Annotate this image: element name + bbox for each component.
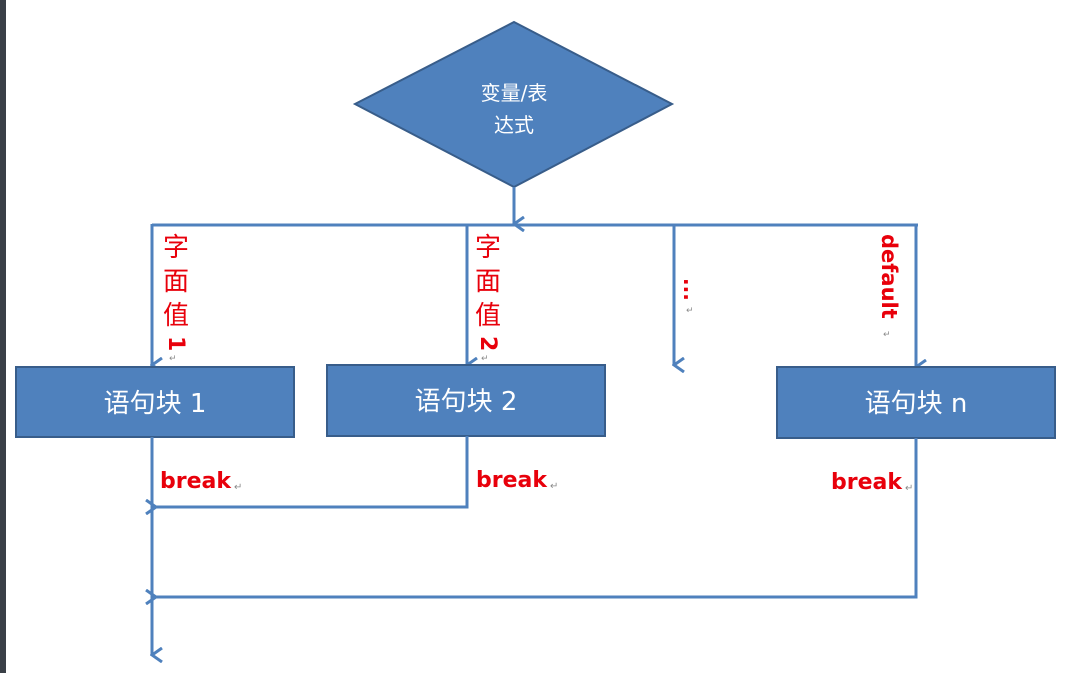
- branch-default-label: default: [877, 234, 901, 319]
- branch-2-label-char-1: 字: [475, 233, 501, 263]
- branch-default-para-mark: ↵: [883, 330, 891, 340]
- switch-flowchart: 变量/表 达式 语句块 1 语句块 2 语句块 n 字 面 值 1 ↵ 字 面 …: [15, 20, 1056, 673]
- branch-ellipsis-para-mark: ↵: [686, 306, 694, 316]
- break-n-para-mark: ↵: [905, 483, 913, 494]
- branch-1-para-mark: ↵: [169, 354, 177, 364]
- decision-text-line2: 达式: [494, 113, 534, 137]
- decision-text-line1: 变量/表: [481, 81, 548, 105]
- block-n-exit-line: [156, 438, 918, 597]
- break-2-para-mark: ↵: [550, 481, 558, 492]
- branch-1-label-char-3: 值: [163, 301, 189, 331]
- branch-1-label-number: 1: [163, 336, 188, 351]
- break-label-1: break: [160, 469, 232, 494]
- break-label-n: break: [831, 470, 903, 495]
- break-1-para-mark: ↵: [234, 482, 242, 493]
- branch-1-label-char-2: 面: [163, 267, 189, 297]
- statement-block-1-label: 语句块 1: [104, 389, 207, 419]
- branch-2-label-number: 2: [475, 336, 500, 351]
- branch-2-para-mark: ↵: [481, 354, 489, 364]
- branch-1-label-char-1: 字: [163, 233, 189, 263]
- break-label-2: break: [476, 468, 548, 493]
- branch-2-label-char-2: 面: [475, 267, 501, 297]
- statement-block-n-label: 语句块 n: [865, 389, 968, 419]
- branch-2-label-char-3: 值: [475, 301, 501, 331]
- statement-block-2-label: 语句块 2: [415, 387, 518, 417]
- branch-ellipsis-label: ...: [679, 278, 703, 301]
